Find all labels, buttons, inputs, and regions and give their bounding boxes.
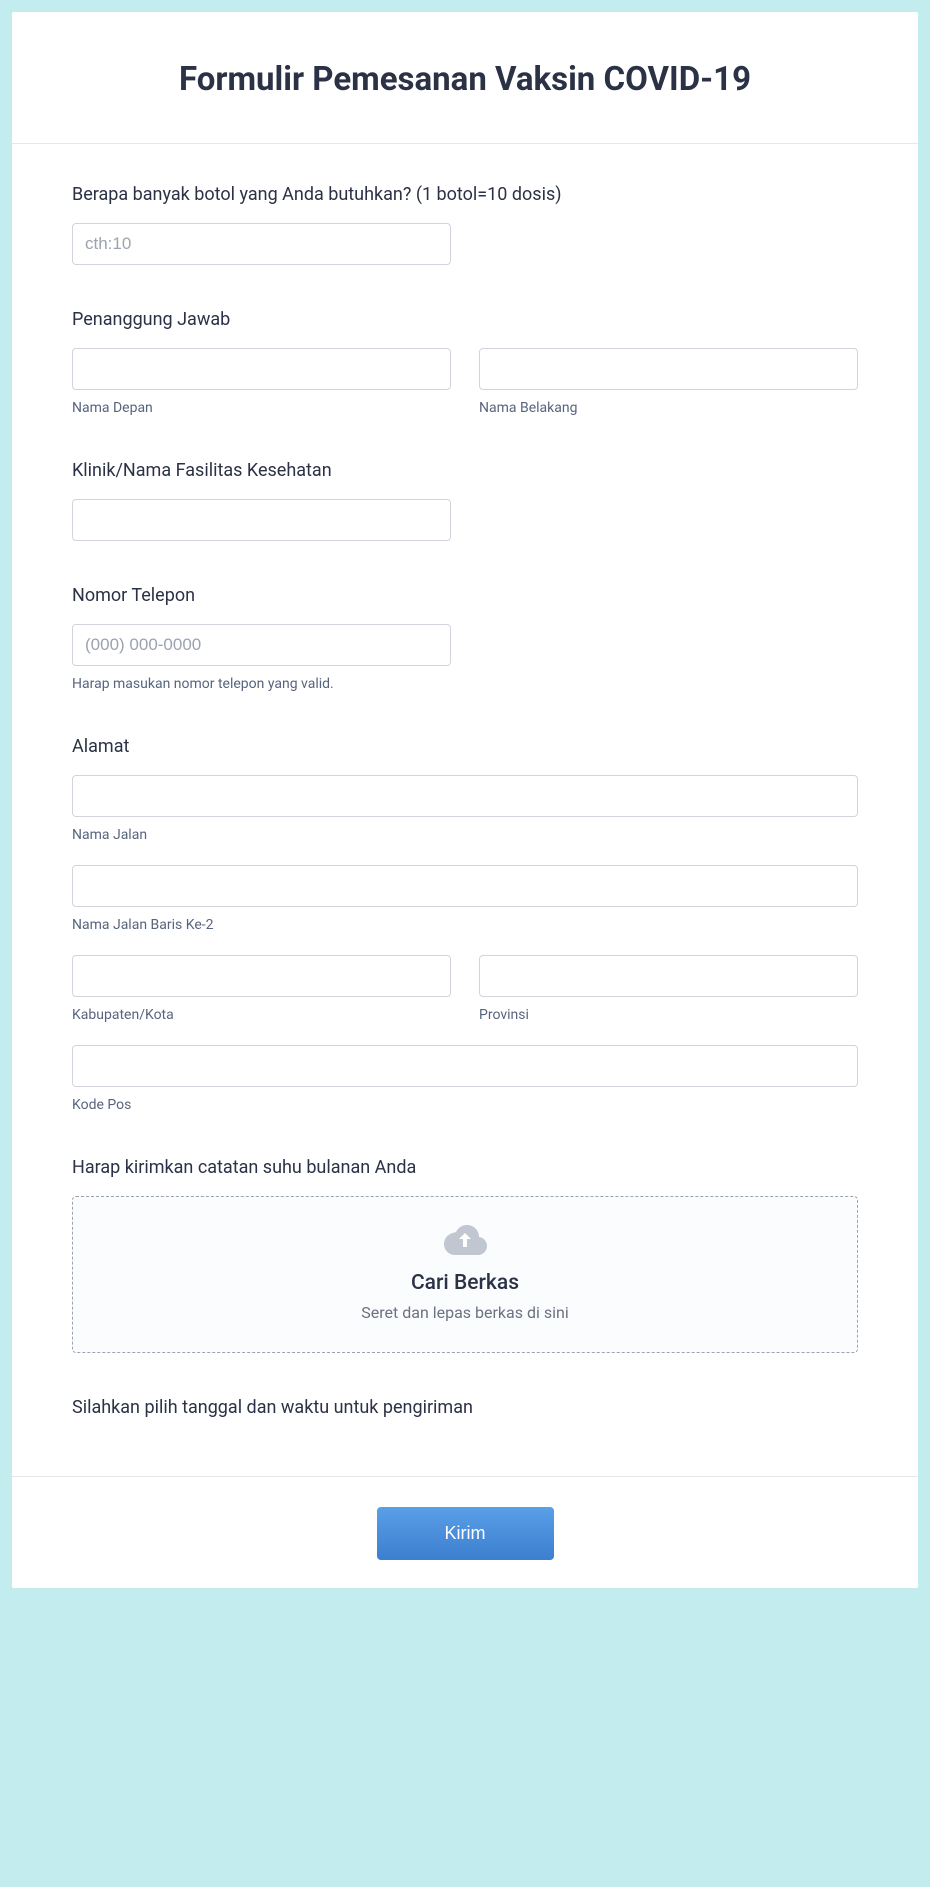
city-sublabel: Kabupaten/Kota bbox=[72, 1007, 451, 1023]
form-header: Formulir Pemesanan Vaksin COVID-19 bbox=[12, 12, 918, 144]
upload-cloud-icon bbox=[93, 1223, 837, 1259]
quantity-label: Berapa banyak botol yang Anda butuhkan? … bbox=[72, 184, 858, 205]
phone-label: Nomor Telepon bbox=[72, 585, 858, 606]
street2-input[interactable] bbox=[72, 865, 858, 907]
postal-input[interactable] bbox=[72, 1045, 858, 1087]
street-input[interactable] bbox=[72, 775, 858, 817]
street2-sublabel: Nama Jalan Baris Ke-2 bbox=[72, 917, 858, 933]
upload-label: Harap kirimkan catatan suhu bulanan Anda bbox=[72, 1157, 858, 1178]
quantity-field-group: Berapa banyak botol yang Anda butuhkan? … bbox=[72, 184, 858, 265]
city-input[interactable] bbox=[72, 955, 451, 997]
submit-button[interactable]: Kirim bbox=[377, 1507, 554, 1560]
postal-sublabel: Kode Pos bbox=[72, 1097, 858, 1113]
phone-sublabel: Harap masukan nomor telepon yang valid. bbox=[72, 676, 451, 692]
datetime-field-group: Silahkan pilih tanggal dan waktu untuk p… bbox=[72, 1397, 858, 1418]
phone-field-group: Nomor Telepon Harap masukan nomor telepo… bbox=[72, 585, 858, 692]
datetime-label: Silahkan pilih tanggal dan waktu untuk p… bbox=[72, 1397, 858, 1418]
upload-sub: Seret dan lepas berkas di sini bbox=[93, 1303, 837, 1322]
phone-input[interactable] bbox=[72, 624, 451, 666]
form-card: Formulir Pemesanan Vaksin COVID-19 Berap… bbox=[12, 12, 918, 1588]
clinic-field-group: Klinik/Nama Fasilitas Kesehatan bbox=[72, 460, 858, 541]
responsible-field-group: Penanggung Jawab Nama Depan Nama Belakan… bbox=[72, 309, 858, 416]
quantity-input[interactable] bbox=[72, 223, 451, 265]
province-input[interactable] bbox=[479, 955, 858, 997]
upload-field-group: Harap kirimkan catatan suhu bulanan Anda… bbox=[72, 1157, 858, 1353]
address-field-group: Alamat Nama Jalan Nama Jalan Baris Ke-2 … bbox=[72, 736, 858, 1113]
page-title: Formulir Pemesanan Vaksin COVID-19 bbox=[52, 60, 878, 99]
first-name-sublabel: Nama Depan bbox=[72, 400, 451, 416]
last-name-input[interactable] bbox=[479, 348, 858, 390]
first-name-input[interactable] bbox=[72, 348, 451, 390]
province-sublabel: Provinsi bbox=[479, 1007, 858, 1023]
clinic-input[interactable] bbox=[72, 499, 451, 541]
file-upload-area[interactable]: Cari Berkas Seret dan lepas berkas di si… bbox=[72, 1196, 858, 1353]
upload-title: Cari Berkas bbox=[93, 1271, 837, 1295]
form-footer: Kirim bbox=[12, 1476, 918, 1588]
street-sublabel: Nama Jalan bbox=[72, 827, 858, 843]
address-label: Alamat bbox=[72, 736, 858, 757]
responsible-label: Penanggung Jawab bbox=[72, 309, 858, 330]
last-name-sublabel: Nama Belakang bbox=[479, 400, 858, 416]
form-body: Berapa banyak botol yang Anda butuhkan? … bbox=[12, 144, 918, 1476]
clinic-label: Klinik/Nama Fasilitas Kesehatan bbox=[72, 460, 858, 481]
